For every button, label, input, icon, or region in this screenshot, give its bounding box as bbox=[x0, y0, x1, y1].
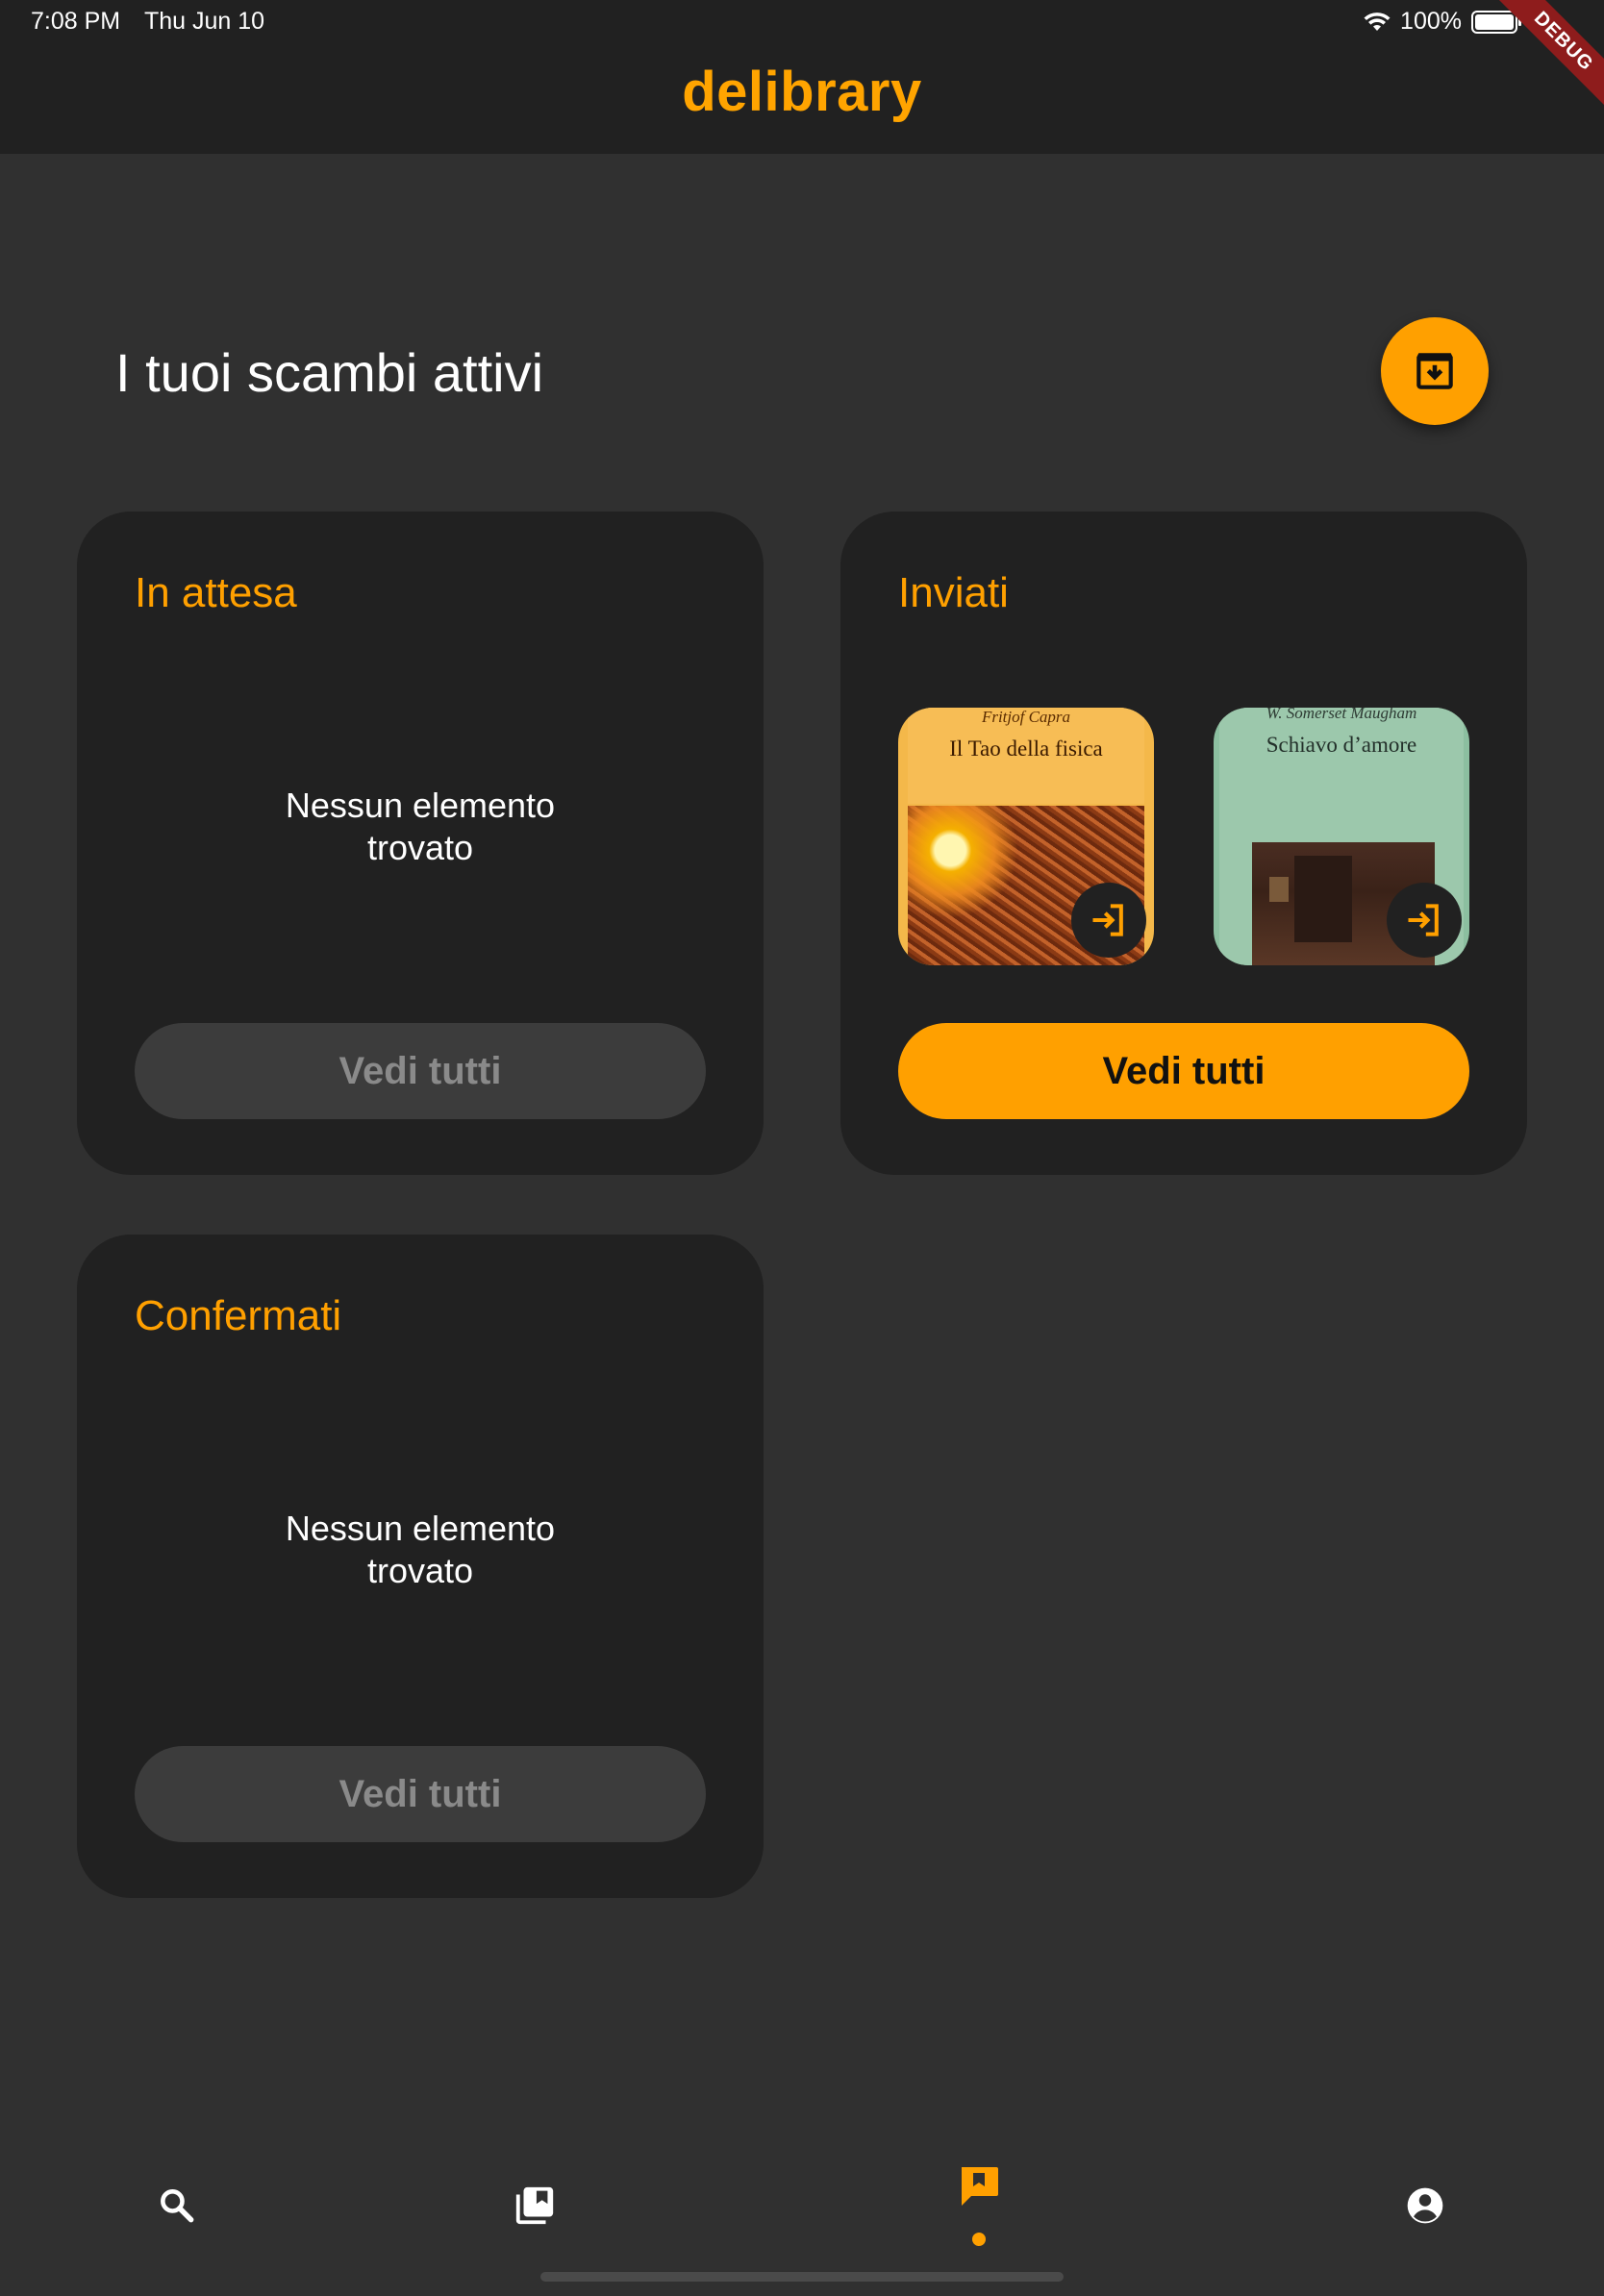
status-right: 100% bbox=[1364, 8, 1521, 36]
pending-card-title: In attesa bbox=[135, 569, 297, 616]
book-cover-tao-della-fisica[interactable]: Fritjof Capra Il Tao della fisica bbox=[898, 708, 1154, 965]
battery-percent: 100% bbox=[1400, 8, 1462, 35]
confirmed-card-title: Confermati bbox=[135, 1292, 342, 1339]
status-time: 7:08 PM bbox=[31, 8, 121, 35]
book-title: Schiavo d’amore bbox=[1266, 733, 1417, 757]
page-title: I tuoi scambi attivi bbox=[115, 342, 544, 403]
confirmed-empty-text: Nessun elemento trovato bbox=[285, 1509, 556, 1590]
sent-card: Inviati Fritjof Capra Il Tao della fisic… bbox=[840, 512, 1527, 1175]
app-bar: 7:08 PM Thu Jun 10 100% DEBUG delibrary bbox=[0, 0, 1604, 154]
archive-download-icon bbox=[1416, 353, 1453, 389]
library-books-icon bbox=[515, 2186, 554, 2225]
pending-card: In attesa Nessun elemento trovato Vedi t… bbox=[77, 512, 764, 1175]
nav-exchanges[interactable] bbox=[940, 2148, 1017, 2225]
login-arrow-icon bbox=[1092, 904, 1123, 936]
pending-empty-text: Nessun elemento trovato bbox=[285, 786, 556, 867]
sent-card-title: Inviati bbox=[898, 569, 1009, 616]
confirmed-see-all-button[interactable]: Vedi tutti bbox=[135, 1746, 706, 1842]
open-book-button[interactable] bbox=[1071, 883, 1146, 958]
open-book-button[interactable] bbox=[1387, 883, 1462, 958]
confirmed-card: Confermati Nessun elemento trovato Vedi … bbox=[77, 1235, 764, 1898]
status-date: Thu Jun 10 bbox=[144, 8, 265, 35]
book-cover-schiavo-damore[interactable]: W. Somerset Maugham Schiavo d’amore bbox=[1214, 708, 1469, 965]
nav-active-indicator bbox=[972, 2233, 986, 2246]
nav-search[interactable] bbox=[138, 2167, 215, 2244]
book-author: Fritjof Capra bbox=[981, 708, 1071, 726]
login-arrow-icon bbox=[1408, 904, 1439, 936]
archive-button[interactable] bbox=[1381, 317, 1489, 425]
battery-icon bbox=[1471, 10, 1521, 34]
book-title: Il Tao della fisica bbox=[949, 736, 1103, 761]
app-title: delibrary bbox=[682, 61, 922, 123]
wifi-icon bbox=[1364, 12, 1391, 31]
account-circle-icon bbox=[1407, 2187, 1443, 2224]
home-indicator[interactable] bbox=[540, 2272, 1064, 2282]
book-author: W. Somerset Maugham bbox=[1266, 708, 1417, 722]
exchange-flag-icon bbox=[962, 2167, 998, 2206]
nav-profile[interactable] bbox=[1387, 2167, 1464, 2244]
search-icon bbox=[161, 2189, 194, 2223]
pending-see-all-button[interactable]: Vedi tutti bbox=[135, 1023, 706, 1119]
bottom-navigation bbox=[0, 2125, 1604, 2296]
nav-library[interactable] bbox=[496, 2167, 573, 2244]
sent-see-all-button[interactable]: Vedi tutti bbox=[898, 1023, 1469, 1119]
